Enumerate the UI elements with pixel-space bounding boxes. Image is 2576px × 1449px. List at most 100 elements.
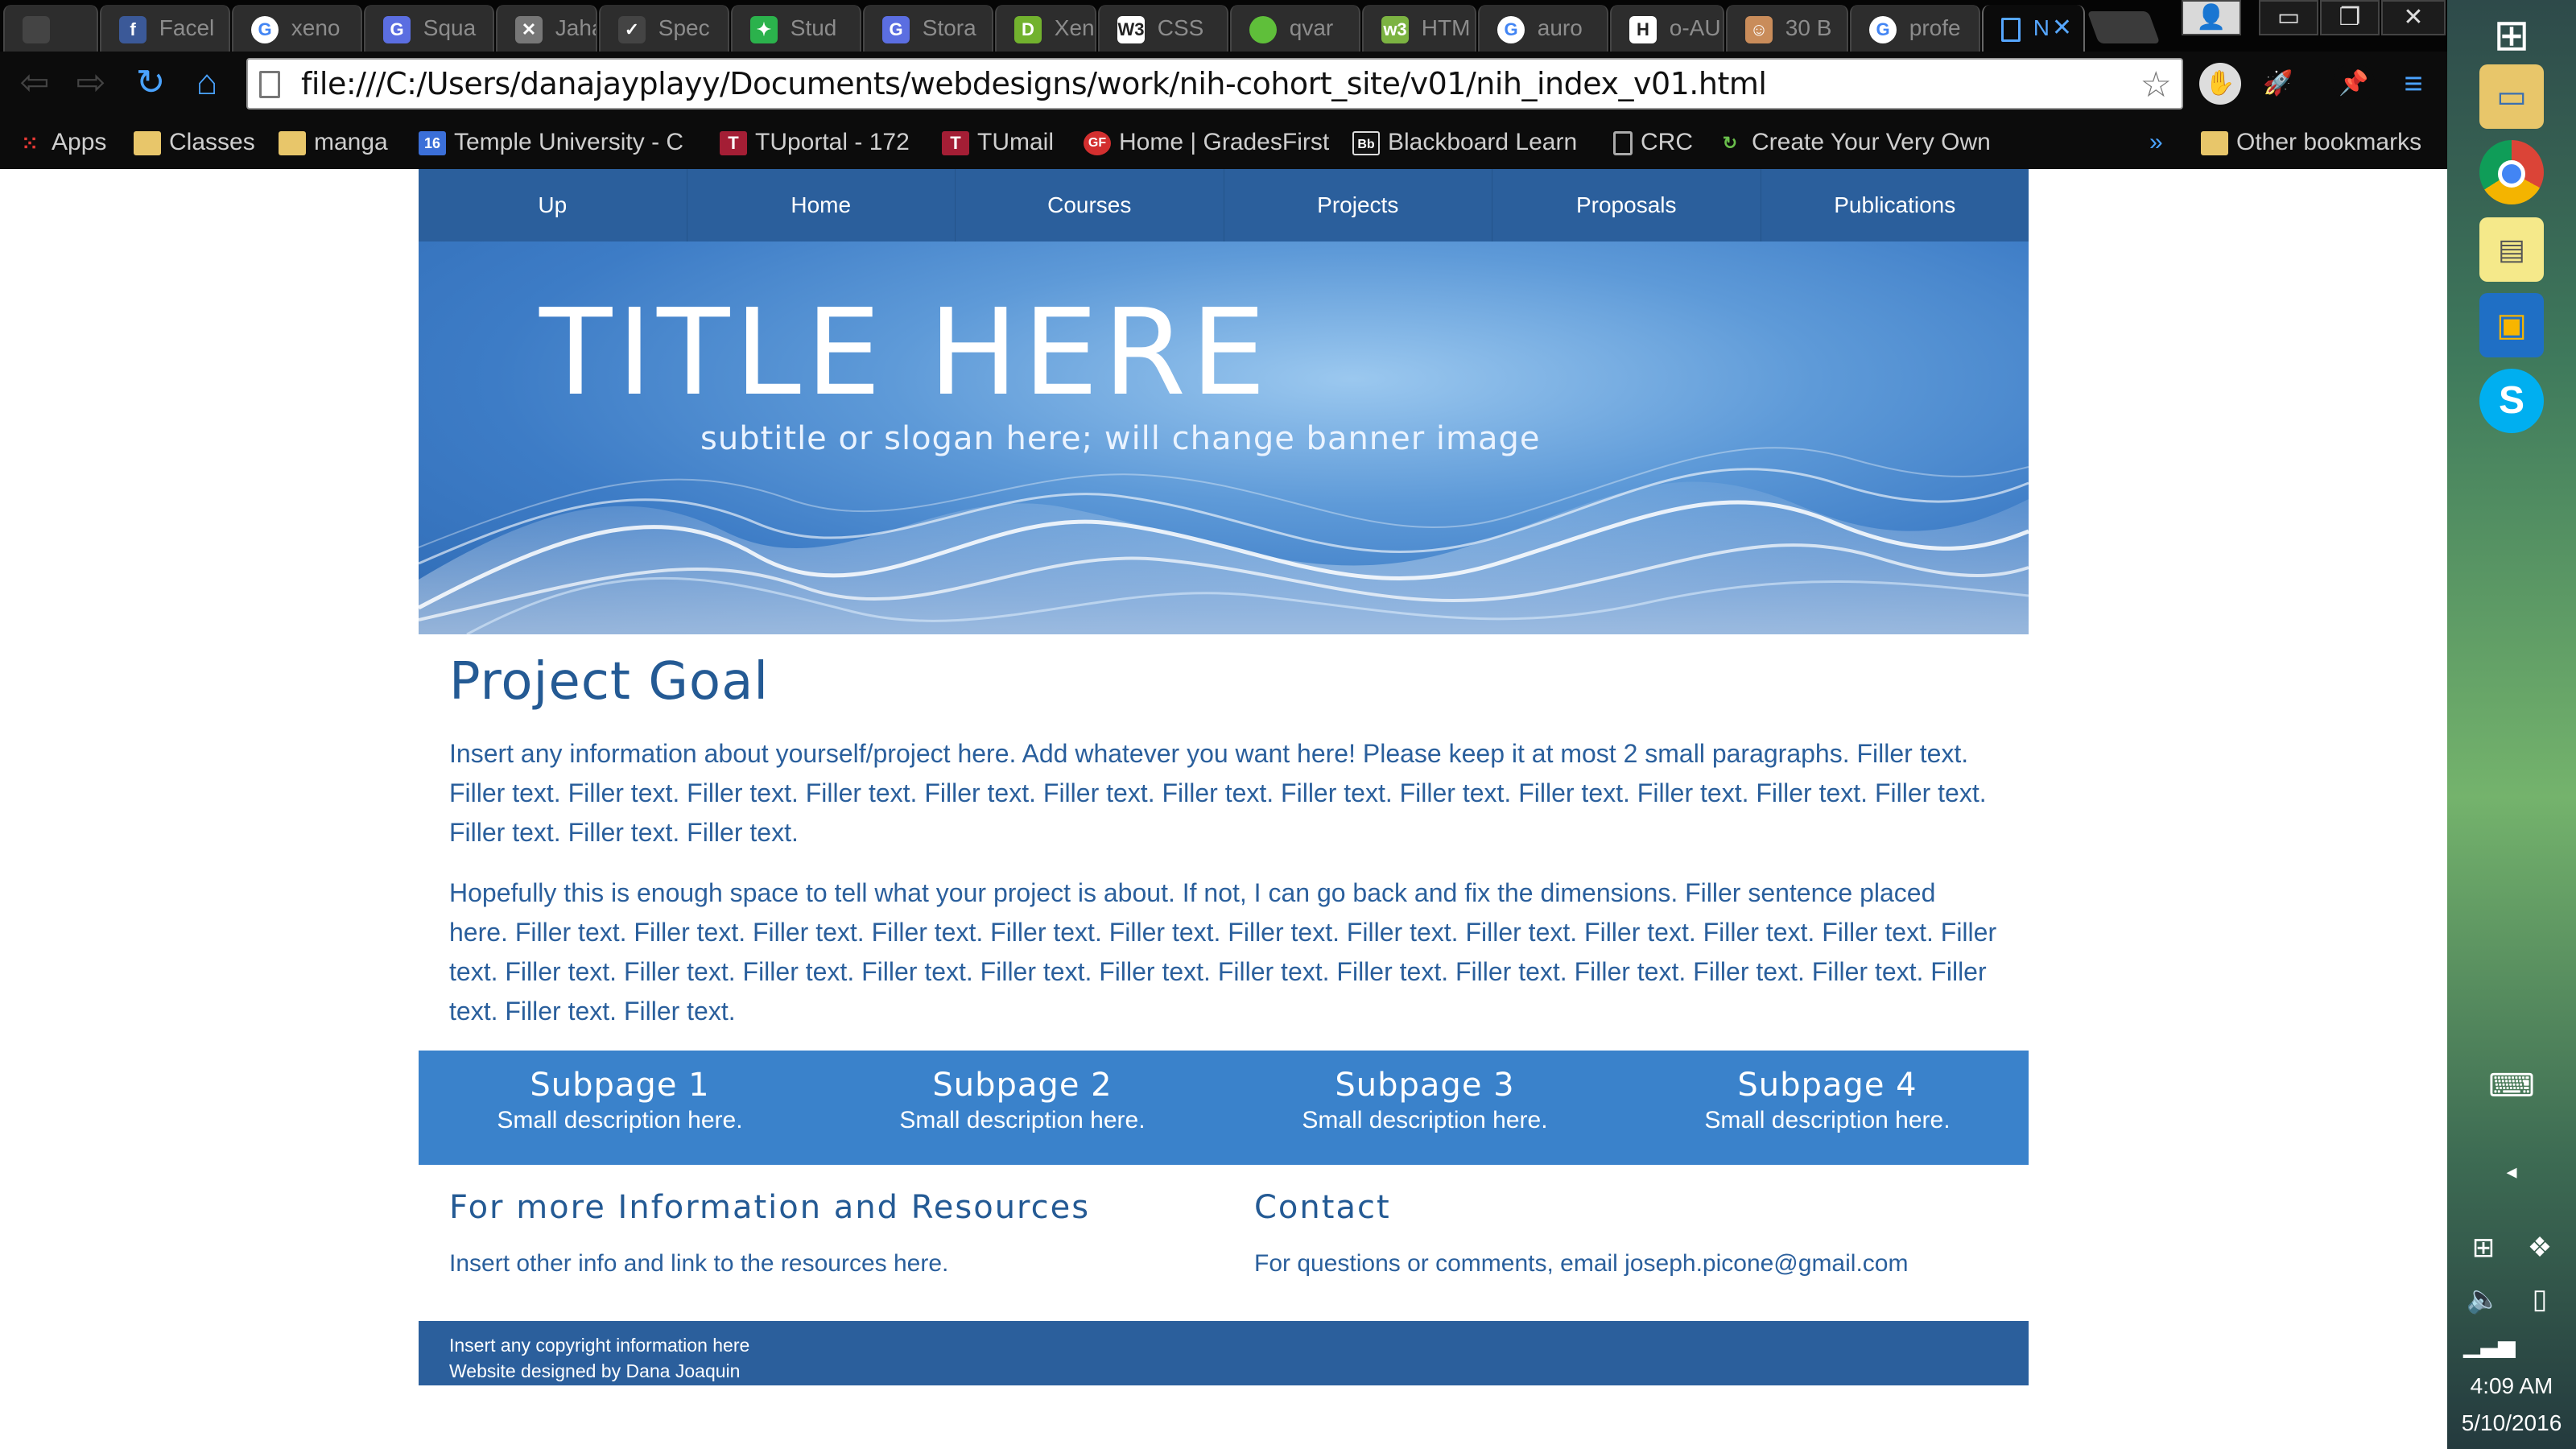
nav-projects[interactable]: Projects xyxy=(1224,169,1492,242)
bookmark-blackboard[interactable]: Bb Blackboard Learn xyxy=(1352,116,1577,169)
reload-icon[interactable]: ↻ xyxy=(130,63,171,103)
battery-icon[interactable]: ▯ xyxy=(2520,1283,2560,1315)
tab-11[interactable]: w3 HTM xyxy=(1362,5,1476,52)
bookmark-label: Apps xyxy=(52,129,107,155)
profile-icon[interactable]: 👤 xyxy=(2182,0,2241,35)
project-goal-section: Project Goal Insert any information abou… xyxy=(419,634,2029,1031)
nav-proposals[interactable]: Proposals xyxy=(1492,169,1761,242)
nav-up[interactable]: Up xyxy=(419,169,687,242)
temple-icon: T xyxy=(720,131,747,156)
windows-taskbar: ⊞ ▭ ▤ ▣ S ⌨ ◂ ⊞ ❖ 🔈 ▯ ▁▃▅ 4:09 AM 5/10/2… xyxy=(2447,0,2576,1449)
subpage-link-4[interactable]: Subpage 4 Small description here. xyxy=(1626,1051,2029,1165)
windows-start-icon[interactable]: ⊞ xyxy=(2479,3,2544,68)
tab-label: Squa xyxy=(423,15,477,40)
minimize-button[interactable]: ▭ xyxy=(2259,0,2318,35)
page-icon xyxy=(259,71,280,98)
clock-time[interactable]: 4:09 AM xyxy=(2447,1373,2576,1399)
google-icon: G xyxy=(1869,15,1897,43)
keyboard-icon[interactable]: ⌨ xyxy=(2487,1067,2536,1104)
more-bookmarks-chevron[interactable]: » xyxy=(2149,116,2163,169)
bookmark-temple-calendar[interactable]: 16 Temple University - C xyxy=(419,116,692,169)
tab-3[interactable]: G Squa xyxy=(364,5,494,52)
blackboard-icon: Bb xyxy=(1352,131,1380,156)
bookmark-crc[interactable]: CRC xyxy=(1613,116,1693,169)
nav-publications[interactable]: Publications xyxy=(1761,169,2029,242)
tab-1[interactable]: f Facel xyxy=(100,5,230,52)
tab-label: Facel xyxy=(159,15,215,40)
squarespace-icon: G xyxy=(882,15,910,43)
bookmark-manga[interactable]: manga xyxy=(279,116,388,169)
file-explorer-icon[interactable]: ▭ xyxy=(2479,64,2544,129)
tab-0[interactable] xyxy=(3,5,98,52)
bookmark-apps[interactable]: ⁙ Apps xyxy=(16,116,106,169)
tab-12[interactable]: G auro xyxy=(1478,5,1608,52)
chrome-icon[interactable] xyxy=(2479,140,2544,204)
bookmark-label: CRC xyxy=(1641,129,1693,155)
browser-toolbar: ⇦ ⇨ ↻ ⌂ file:///C:/Users/danajayplayy/Do… xyxy=(0,52,2447,116)
bookmark-label: Temple University - C xyxy=(454,129,684,155)
close-window-button[interactable]: ✕ xyxy=(2381,0,2446,35)
tab-label: Stora xyxy=(922,15,976,40)
h-icon: H xyxy=(1629,15,1657,43)
nav-courses[interactable]: Courses xyxy=(956,169,1224,242)
address-bar[interactable]: file:///C:/Users/danajayplayy/Documents/… xyxy=(246,58,2183,109)
bookmarks-bar: ⁙ Apps Classes manga 16 Temple University … xyxy=(0,116,2447,169)
restore-button[interactable]: ❐ xyxy=(2320,0,2380,35)
adblock-icon[interactable]: ✋ xyxy=(2199,63,2241,105)
tab-8[interactable]: D Xeno xyxy=(995,5,1096,52)
tab-10[interactable]: qvar xyxy=(1230,5,1360,52)
page-icon xyxy=(1613,131,1633,156)
refresh-icon: ↻ xyxy=(1722,133,1738,154)
folder-icon xyxy=(279,131,306,156)
tab-16-active[interactable]: N ✕ xyxy=(1982,5,2085,52)
subpage-link-1[interactable]: Subpage 1 Small description here. xyxy=(419,1051,821,1165)
new-tab-button[interactable] xyxy=(2087,11,2161,43)
tab-7[interactable]: G Stora xyxy=(863,5,993,52)
home-icon[interactable]: ⌂ xyxy=(187,63,227,103)
folder-icon xyxy=(2201,131,2228,156)
show-hidden-icons-chevron[interactable]: ◂ xyxy=(2487,1159,2536,1184)
resources-text: Insert other info and link to the resour… xyxy=(449,1250,949,1277)
volume-icon[interactable]: 🔈 xyxy=(2463,1283,2504,1315)
tab-14[interactable]: ☺ 30 B xyxy=(1726,5,1848,52)
bookmark-tumail[interactable]: T TUmail xyxy=(942,116,1054,169)
dropbox-icon[interactable]: ❖ xyxy=(2520,1232,2560,1264)
web-page: Up Home Courses Projects Proposals Publi… xyxy=(419,169,2029,1385)
pin-extension-icon[interactable]: 📌 xyxy=(2333,63,2375,105)
tab-13[interactable]: H o-AU xyxy=(1610,5,1724,52)
clock-date[interactable]: 5/10/2016 xyxy=(2447,1410,2576,1436)
subpages-band: Subpage 1 Small description here. Subpag… xyxy=(419,1051,2029,1165)
tab-2[interactable]: G xeno xyxy=(232,5,362,52)
sticky-notes-icon[interactable]: ▤ xyxy=(2479,217,2544,282)
banner-subtitle: subtitle or slogan here; will change ban… xyxy=(700,420,1541,457)
windows-flag-icon[interactable]: ⊞ xyxy=(2463,1232,2504,1264)
network-icon[interactable]: ▁▃▅ xyxy=(2463,1331,2516,1358)
bookmark-classes[interactable]: Classes xyxy=(134,116,255,169)
subpage-link-3[interactable]: Subpage 3 Small description here. xyxy=(1224,1051,1626,1165)
subpage-link-2[interactable]: Subpage 2 Small description here. xyxy=(821,1051,1224,1165)
tab-15[interactable]: G profe xyxy=(1850,5,1980,52)
x-icon: ✕ xyxy=(515,15,543,43)
rocket-extension-icon[interactable]: 🚀 xyxy=(2257,63,2299,105)
back-icon[interactable]: ⇦ xyxy=(14,63,55,103)
bookmark-create-your-own[interactable]: ↻ Create Your Very Own xyxy=(1716,116,1990,169)
bookmark-tuportal[interactable]: T TUportal - 172 xyxy=(720,116,910,169)
tab-4[interactable]: ✕ Jahar xyxy=(496,5,597,52)
site-navigation: Up Home Courses Projects Proposals Publi… xyxy=(419,169,2029,242)
puzzle-icon: ✦ xyxy=(750,15,778,43)
bookmark-star-icon[interactable]: ☆ xyxy=(2140,64,2172,105)
forward-icon[interactable]: ⇨ xyxy=(71,63,111,103)
close-tab-icon[interactable]: ✕ xyxy=(2052,5,2072,52)
bookmark-gradesfirst[interactable]: GF Home | GradesFirst xyxy=(1084,116,1329,169)
browser-window: f Facel G xeno G Squa ✕ Jahar ✓ Spec ✦ S… xyxy=(0,0,2447,169)
skype-icon[interactable]: S xyxy=(2479,369,2544,433)
tab-label: profe xyxy=(1909,15,1961,40)
tab-5[interactable]: ✓ Spec xyxy=(599,5,729,52)
nav-home[interactable]: Home xyxy=(687,169,956,242)
other-bookmarks[interactable]: Other bookmarks xyxy=(2201,116,2421,169)
menu-icon[interactable]: ≡ xyxy=(2392,63,2434,105)
outlook-icon[interactable]: ▣ xyxy=(2479,293,2544,357)
tab-6[interactable]: ✦ Stud xyxy=(731,5,861,52)
contact-text[interactable]: For questions or comments, email joseph.… xyxy=(1254,1250,1998,1278)
tab-9[interactable]: W3 CSS xyxy=(1098,5,1228,52)
